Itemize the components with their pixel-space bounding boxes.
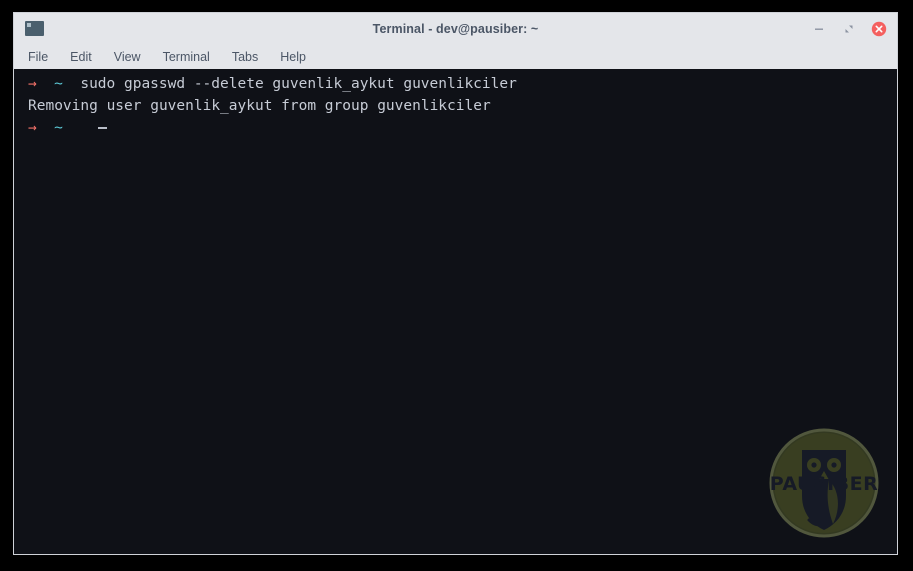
terminal-command-text: sudo gpasswd --delete guvenlik_aykut guv… (80, 76, 517, 92)
prompt-tilde: ~ (54, 76, 63, 92)
menu-help[interactable]: Help (280, 48, 318, 66)
maximize-button[interactable] (841, 21, 857, 37)
minimize-button[interactable] (811, 21, 827, 37)
menu-file[interactable]: File (28, 48, 60, 66)
menu-tabs[interactable]: Tabs (232, 48, 270, 66)
terminal-icon (25, 21, 44, 36)
menu-view[interactable]: View (114, 48, 153, 66)
watermark-text: PAUSIBER (770, 473, 879, 495)
prompt-arrow-icon: → (28, 76, 37, 92)
pausiber-owl-logo: PAUSIBER (769, 428, 879, 538)
window-title: Terminal - dev@pausiber: ~ (372, 21, 539, 36)
terminal-line-prompt: → ~ (14, 117, 897, 139)
window-controls (811, 21, 889, 37)
close-button[interactable] (871, 21, 887, 37)
menubar: File Edit View Terminal Tabs Help (14, 44, 897, 69)
prompt-arrow-icon: → (28, 120, 37, 136)
terminal-line-output: Removing user guvenlik_aykut from group … (14, 95, 897, 117)
terminal-output-text: Removing user guvenlik_aykut from group … (28, 98, 491, 114)
menu-edit[interactable]: Edit (70, 48, 104, 66)
menu-terminal[interactable]: Terminal (163, 48, 222, 66)
desktop-background: Terminal - dev@pausiber: ~ File Edit Vie… (0, 0, 913, 571)
terminal-line-command: → ~ sudo gpasswd --delete guvenlik_aykut… (14, 73, 897, 95)
window-titlebar[interactable]: Terminal - dev@pausiber: ~ (14, 13, 897, 44)
text-cursor (97, 126, 107, 129)
terminal-window: Terminal - dev@pausiber: ~ File Edit Vie… (13, 12, 898, 555)
terminal-screen[interactable]: → ~ sudo gpasswd --delete guvenlik_aykut… (14, 69, 897, 554)
prompt-tilde: ~ (54, 120, 63, 136)
